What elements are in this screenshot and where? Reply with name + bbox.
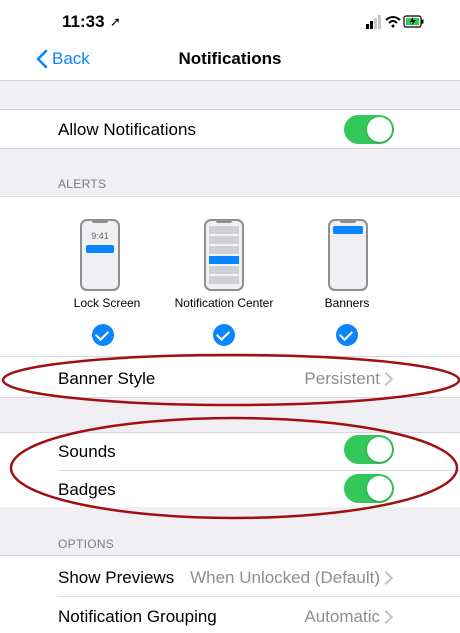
banner-style-highlight-oval [1, 353, 460, 407]
sounds-badges-highlight-oval [9, 416, 459, 520]
highlight-annotations [1, 353, 460, 520]
